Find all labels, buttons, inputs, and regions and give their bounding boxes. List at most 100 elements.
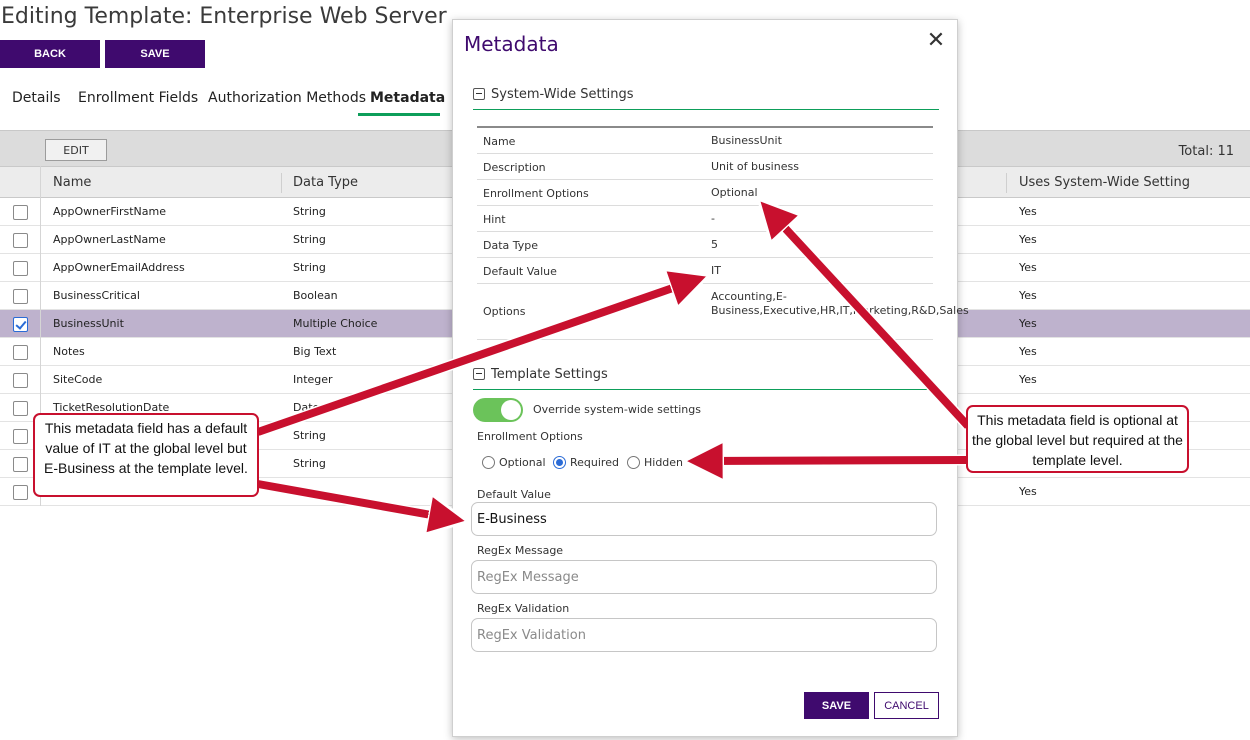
kv-key: Default Value xyxy=(483,265,557,278)
back-button[interactable]: BACK xyxy=(0,40,100,68)
row-checkbox[interactable] xyxy=(13,261,28,276)
cell-data-type: String xyxy=(293,429,326,442)
cell-data-type: String xyxy=(293,261,326,274)
cell-data-type: String xyxy=(293,233,326,246)
kv-row-enrollment-options: Enrollment Options Optional xyxy=(477,180,933,206)
cell-uses-system-wide: Yes xyxy=(1019,345,1037,358)
tab-bar: Details Enrollment Fields Authorization … xyxy=(0,84,452,116)
enrollment-options-label: Enrollment Options xyxy=(477,430,583,443)
cell-data-type: Integer xyxy=(293,373,333,386)
close-icon[interactable]: ✕ xyxy=(925,28,947,53)
cell-uses-system-wide: Yes xyxy=(1019,373,1037,386)
system-wide-settings-table: Name BusinessUnit Description Unit of bu… xyxy=(477,126,969,340)
row-checkbox[interactable] xyxy=(13,289,28,304)
radio-optional[interactable] xyxy=(482,456,495,469)
kv-row-name: Name BusinessUnit xyxy=(477,128,933,154)
kv-row-data-type: Data Type 5 xyxy=(477,232,933,258)
row-checkbox[interactable] xyxy=(13,205,28,220)
dialog-title: Metadata xyxy=(464,32,559,56)
save-button[interactable]: SAVE xyxy=(105,40,205,68)
regex-validation-label: RegEx Validation xyxy=(477,602,570,615)
system-wide-section-title: System-Wide Settings xyxy=(491,87,634,102)
cell-data-type: Big Text xyxy=(293,345,337,358)
kv-value: Unit of business xyxy=(711,160,799,173)
kv-row-default-value: Default Value IT xyxy=(477,258,933,284)
cell-name: AppOwnerEmailAddress xyxy=(53,261,185,274)
regex-validation-input[interactable] xyxy=(471,618,937,652)
metadata-dialog: Metadata ✕ System-Wide Settings Name Bus… xyxy=(452,19,969,737)
cell-uses-system-wide: Yes xyxy=(1019,485,1037,498)
row-checkbox[interactable] xyxy=(13,429,28,444)
cell-data-type: String xyxy=(293,205,326,218)
cell-uses-system-wide: Yes xyxy=(1019,233,1037,246)
regex-message-label: RegEx Message xyxy=(477,544,564,557)
edit-button[interactable]: EDIT xyxy=(45,139,107,161)
collapse-icon[interactable] xyxy=(473,88,485,100)
cell-uses-system-wide: Yes xyxy=(1019,317,1037,330)
dialog-save-button[interactable]: SAVE xyxy=(804,692,869,719)
tab-metadata[interactable]: Metadata xyxy=(358,84,445,116)
row-checkbox[interactable] xyxy=(13,233,28,248)
tab-details[interactable]: Details xyxy=(12,84,61,116)
kv-key: Options xyxy=(483,305,526,318)
radio-optional-label[interactable]: Optional xyxy=(499,456,546,469)
cell-name: Notes xyxy=(53,345,85,358)
kv-row-description: Description Unit of business xyxy=(477,154,933,180)
kv-value: Accounting,E-Business,Executive,HR,IT,Ma… xyxy=(711,290,969,317)
kv-value: 5 xyxy=(711,238,718,251)
row-checkbox[interactable] xyxy=(13,485,28,500)
kv-key: Enrollment Options xyxy=(483,187,589,200)
kv-row-hint: Hint - xyxy=(477,206,933,232)
header-data-type[interactable]: Data Type xyxy=(293,175,358,190)
header-name[interactable]: Name xyxy=(53,175,91,190)
override-toggle[interactable] xyxy=(473,398,523,422)
cell-data-type: Boolean xyxy=(293,289,338,302)
callout-enrollment-options: This metadata field is optional at the g… xyxy=(966,405,1189,473)
cell-data-type: Multiple Choice xyxy=(293,317,378,330)
cell-uses-system-wide: Yes xyxy=(1019,289,1037,302)
tab-enrollment-fields[interactable]: Enrollment Fields xyxy=(78,84,198,116)
row-checkbox[interactable] xyxy=(13,317,28,332)
column-divider xyxy=(281,173,282,193)
callout-default-value: This metadata field has a default value … xyxy=(33,413,259,497)
column-divider xyxy=(1006,173,1007,193)
template-section-title: Template Settings xyxy=(491,367,608,382)
cell-name: SiteCode xyxy=(53,373,103,386)
cell-name: BusinessCritical xyxy=(53,289,140,302)
override-label: Override system-wide settings xyxy=(533,403,701,416)
row-checkbox[interactable] xyxy=(13,345,28,360)
radio-hidden[interactable] xyxy=(627,456,640,469)
template-section-header[interactable]: Template Settings xyxy=(473,366,939,390)
kv-value: IT xyxy=(711,264,721,277)
cell-data-type: String xyxy=(293,457,326,470)
kv-row-options: Options Accounting,E-Business,Executive,… xyxy=(477,284,969,340)
cell-name: AppOwnerFirstName xyxy=(53,205,167,218)
cell-name: AppOwnerLastName xyxy=(53,233,166,246)
default-value-input[interactable] xyxy=(471,502,937,536)
header-uses-system-wide[interactable]: Uses System-Wide Setting xyxy=(1019,175,1190,190)
cell-data-type: Date xyxy=(293,401,320,414)
regex-message-input[interactable] xyxy=(471,560,937,594)
kv-key: Description xyxy=(483,161,546,174)
kv-value: - xyxy=(711,212,715,225)
dialog-cancel-button[interactable]: CANCEL xyxy=(874,692,939,719)
row-checkbox[interactable] xyxy=(13,401,28,416)
total-count: Total: 11 xyxy=(1178,144,1234,159)
kv-value: Optional xyxy=(711,186,758,199)
radio-required-label[interactable]: Required xyxy=(570,456,619,469)
cell-uses-system-wide: Yes xyxy=(1019,261,1037,274)
page-title: Editing Template: Enterprise Web Server xyxy=(1,4,447,29)
system-wide-section-header[interactable]: System-Wide Settings xyxy=(473,86,939,110)
cell-name: BusinessUnit xyxy=(53,317,124,330)
collapse-icon[interactable] xyxy=(473,368,485,380)
tab-authorization-methods[interactable]: Authorization Methods xyxy=(208,84,366,116)
kv-value: BusinessUnit xyxy=(711,134,782,147)
cell-uses-system-wide: Yes xyxy=(1019,205,1037,218)
kv-key: Hint xyxy=(483,213,506,226)
row-checkbox[interactable] xyxy=(13,457,28,472)
kv-key: Data Type xyxy=(483,239,539,252)
radio-required[interactable] xyxy=(553,456,566,469)
radio-hidden-label[interactable]: Hidden xyxy=(644,456,683,469)
default-value-label: Default Value xyxy=(477,488,551,501)
row-checkbox[interactable] xyxy=(13,373,28,388)
